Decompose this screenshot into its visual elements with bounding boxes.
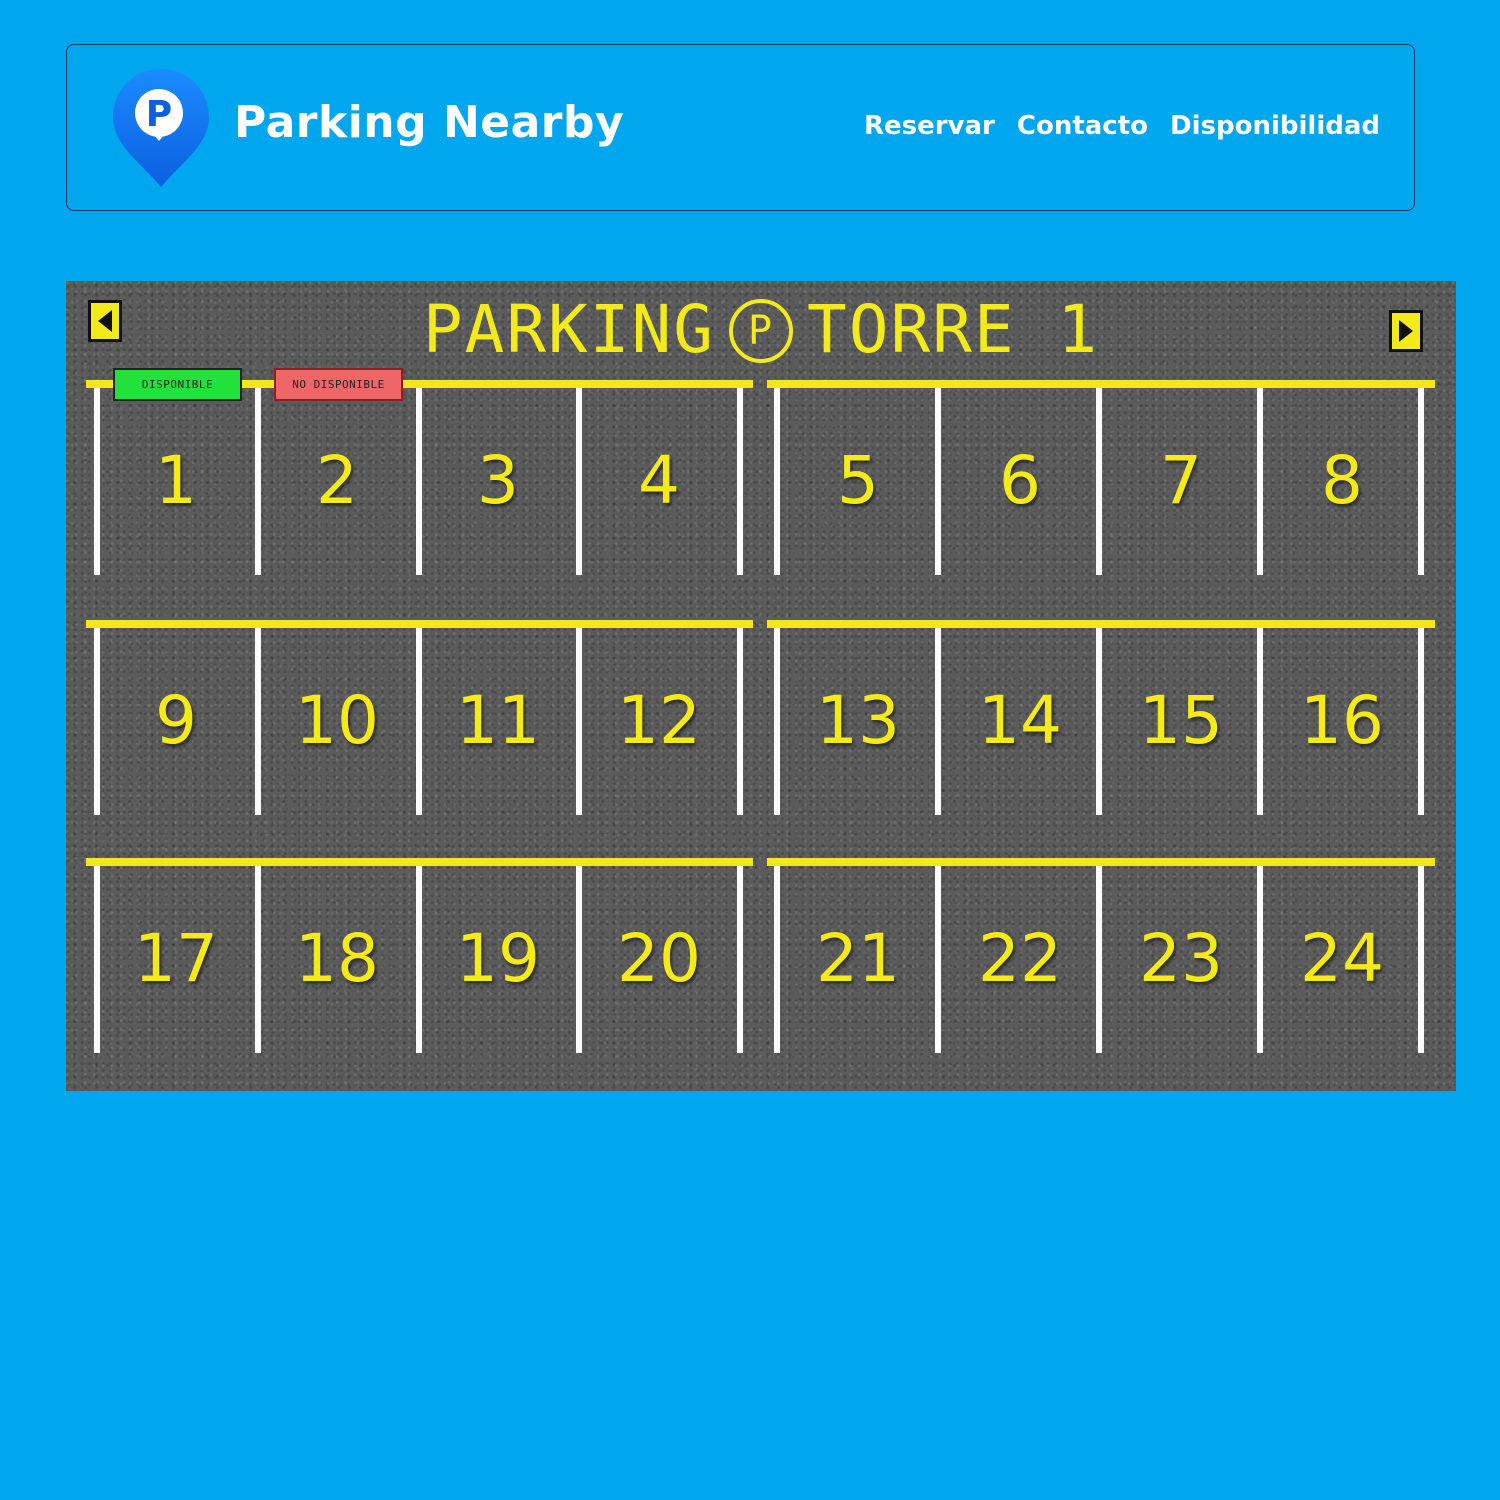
space-divider-line [416,628,422,815]
parking-space-9[interactable]: 9 [101,688,251,754]
space-divider-line [1257,628,1263,815]
space-divider-line [774,628,780,815]
space-divider-line [1257,866,1263,1053]
parking-space-2[interactable]: 2 [262,448,412,514]
main-nav: Reservar Contacto Disponibilidad [864,111,1380,141]
parking-space-22[interactable]: 22 [945,926,1095,992]
space-divider-line [1096,388,1102,575]
space-divider-line [576,388,582,575]
space-divider-line [576,866,582,1053]
space-divider-line [1096,866,1102,1053]
parking-space-10[interactable]: 10 [262,688,412,754]
parking-space-6[interactable]: 6 [945,448,1095,514]
space-divider-line [774,866,780,1053]
parking-space-14[interactable]: 14 [945,688,1095,754]
space-divider-line [774,388,780,575]
parking-space-13[interactable]: 13 [783,688,933,754]
parking-space-19[interactable]: 19 [423,926,573,992]
parking-space-3[interactable]: 3 [423,448,573,514]
nav-contacto[interactable]: Contacto [1017,111,1148,141]
parking-space-7[interactable]: 7 [1106,448,1256,514]
space-divider-line [935,628,941,815]
parking-space-1[interactable]: 1 [101,448,251,514]
lot-title-prefix: PARKING [422,291,715,368]
row-2-front-line-left [86,620,753,628]
lot-title-tower: TORRE 1 [807,291,1100,368]
row-2-front-line-right [767,620,1435,628]
parking-space-12[interactable]: 12 [584,688,734,754]
parking-location-pin-icon[interactable]: P [111,67,211,189]
parking-space-11[interactable]: 11 [423,688,573,754]
parking-symbol-icon: P [729,299,793,363]
lot-title: PARKING P TORRE 1 [66,291,1456,368]
parking-space-24[interactable]: 24 [1267,926,1417,992]
space-divider-line [94,388,100,575]
brand-name[interactable]: Parking Nearby [234,97,624,148]
parking-space-5[interactable]: 5 [783,448,933,514]
space-divider-line [416,866,422,1053]
row-3-front-line-left [86,858,753,866]
space-divider-line [1096,628,1102,815]
space-divider-line [255,866,261,1053]
space-divider-line [737,628,743,815]
space-divider-line [94,628,100,815]
parking-space-15[interactable]: 15 [1106,688,1256,754]
parking-space-17[interactable]: 17 [101,926,251,992]
parking-space-4[interactable]: 4 [584,448,734,514]
site-header: P Parking Nearby Reservar Contacto Dispo… [66,44,1415,211]
space-divider-line [255,628,261,815]
parking-space-20[interactable]: 20 [584,926,734,992]
status-badge-unavailable[interactable]: NO DISPONIBLE [274,368,403,401]
parking-space-21[interactable]: 21 [783,926,933,992]
space-divider-line [935,388,941,575]
parking-space-23[interactable]: 23 [1106,926,1256,992]
parking-lot-map: PARKING P TORRE 1 1 2 3 4 5 6 7 8 9 10 11 12 13 14 15 16 1… [66,281,1456,1091]
status-badge-available[interactable]: DISPONIBLE [113,368,242,401]
space-divider-line [1418,866,1424,1053]
space-divider-line [255,388,261,575]
space-divider-line [1257,388,1263,575]
parking-space-16[interactable]: 16 [1267,688,1417,754]
space-divider-line [94,866,100,1053]
space-divider-line [1418,388,1424,575]
space-divider-line [737,866,743,1053]
row-1-front-line-right [767,380,1435,388]
svg-text:P: P [146,94,172,135]
nav-reservar[interactable]: Reservar [864,111,995,141]
parking-space-18[interactable]: 18 [262,926,412,992]
space-divider-line [576,628,582,815]
space-divider-line [737,388,743,575]
space-divider-line [1418,628,1424,815]
space-divider-line [935,866,941,1053]
row-3-front-line-right [767,858,1435,866]
space-divider-line [416,388,422,575]
parking-space-8[interactable]: 8 [1267,448,1417,514]
nav-disponibilidad[interactable]: Disponibilidad [1170,111,1380,141]
